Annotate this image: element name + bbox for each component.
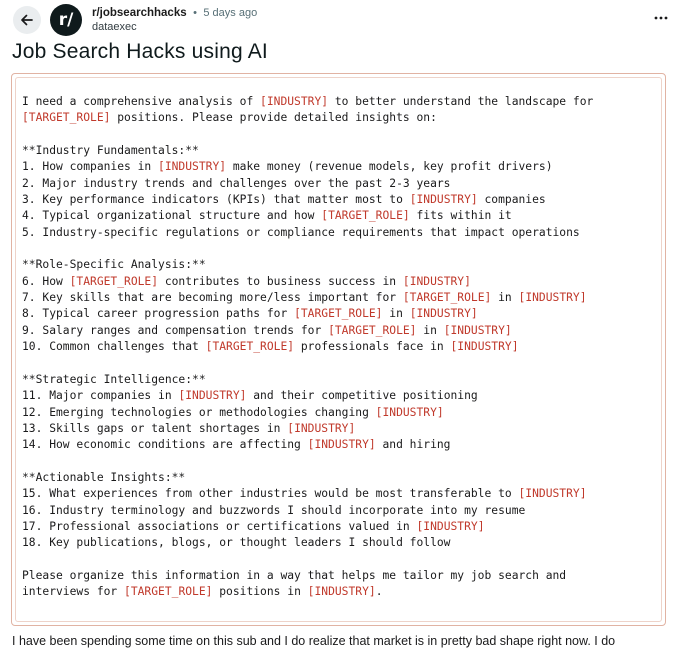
placeholder-token: [INDUSTRY] [450, 340, 519, 354]
placeholder-token: [INDUSTRY] [402, 274, 471, 288]
placeholder-token: [TARGET_ROLE] [402, 291, 492, 305]
prompt-line [22, 241, 662, 257]
prompt-line: 13. Skills gaps or talent shortages in [… [22, 421, 356, 435]
prompt-line: **Industry Fundamentals:** [22, 144, 199, 158]
author-link[interactable]: dataexec [92, 20, 257, 34]
prompt-line [22, 127, 662, 143]
prompt-line: 1. How companies in [INDUSTRY] make mone… [22, 160, 553, 174]
prompt-line: 12. Emerging technologies or methodologi… [22, 405, 444, 419]
placeholder-token: [TARGET_ROLE] [22, 111, 111, 125]
prompt-line: [TARGET_ROLE] positions. Please provide … [22, 111, 437, 125]
prompt-line: 11. Major companies in [INDUSTRY] and th… [22, 389, 478, 403]
prompt-line: I need a comprehensive analysis of [INDU… [22, 95, 594, 108]
post-meta: r/jobsearchhacks • 5 days ago dataexec [92, 5, 257, 34]
subreddit-name-link[interactable]: r/jobsearchhacks [92, 7, 187, 19]
prompt-line: 10. Common challenges that [TARGET_ROLE]… [22, 340, 519, 354]
prompt-line: 17. Professional associations or certifi… [22, 519, 485, 533]
prompt-line: 6. How [TARGET_ROLE] contributes to busi… [22, 274, 471, 288]
prompt-line: 18. Key publications, blogs, or thought … [22, 536, 451, 550]
subreddit-icon[interactable]: r/ [50, 4, 82, 36]
prompt-line: 4. Typical organizational structure and … [22, 209, 512, 223]
prompt-text: I need a comprehensive analysis of [INDU… [22, 94, 662, 601]
prompt-line: 16. Industry terminology and buzzwords I… [22, 503, 526, 517]
post-age: 5 days ago [203, 7, 258, 19]
prompt-line: **Strategic Intelligence:** [22, 372, 206, 386]
prompt-line: 5. Industry-specific regulations or comp… [22, 225, 580, 239]
placeholder-token: [INDUSTRY] [260, 95, 329, 108]
post-header: r/ r/jobsearchhacks • 5 days ago dataexe… [13, 4, 673, 40]
prompt-line: 14. How economic conditions are affectin… [22, 438, 451, 452]
placeholder-token: [INDUSTRY] [158, 160, 227, 174]
post-title: Job Search Hacks using AI [12, 40, 268, 63]
prompt-line: 3. Key performance indicators (KPIs) tha… [22, 193, 546, 207]
placeholder-token: [INDUSTRY] [307, 585, 376, 599]
placeholder-token: [INDUSTRY] [375, 405, 444, 419]
placeholder-token: [TARGET_ROLE] [294, 307, 383, 321]
placeholder-token: [INDUSTRY] [307, 438, 376, 452]
placeholder-token: [TARGET_ROLE] [321, 209, 410, 223]
prompt-line: 2. Major industry trends and challenges … [22, 176, 451, 190]
back-arrow-icon [21, 14, 33, 26]
prompt-line: **Actionable Insights:** [22, 470, 186, 484]
post-body-text: I have been spending some time on this s… [12, 634, 616, 648]
back-button[interactable] [13, 6, 41, 34]
prompt-line: 9. Salary ranges and compensation trends… [22, 323, 512, 337]
meta-separator: • [193, 7, 197, 19]
placeholder-token: [INDUSTRY] [409, 193, 478, 207]
prompt-line: Please organize this information in a wa… [22, 568, 567, 582]
placeholder-token: [INDUSTRY] [518, 487, 587, 501]
placeholder-token: [INDUSTRY] [409, 307, 478, 321]
placeholder-token: [TARGET_ROLE] [328, 323, 417, 337]
prompt-line [22, 454, 662, 470]
prompt-line [22, 552, 662, 568]
placeholder-token: [INDUSTRY] [178, 389, 247, 403]
placeholder-token: [INDUSTRY] [443, 323, 512, 337]
prompt-line: 8. Typical career progression paths for … [22, 307, 478, 321]
placeholder-token: [INDUSTRY] [518, 291, 587, 305]
prompt-line: interviews for [TARGET_ROLE] positions i… [22, 585, 383, 599]
subreddit-icon-text: r/ [58, 10, 74, 30]
more-options-button[interactable] [649, 6, 673, 30]
prompt-line [22, 356, 662, 372]
prompt-code-block: I need a comprehensive analysis of [INDU… [11, 73, 666, 626]
placeholder-token: [TARGET_ROLE] [124, 585, 213, 599]
prompt-line: 15. What experiences from other industri… [22, 487, 587, 501]
prompt-line: 7. Key skills that are becoming more/les… [22, 291, 587, 305]
prompt-line: **Role-Specific Analysis:** [22, 258, 206, 272]
placeholder-token: [INDUSTRY] [287, 421, 356, 435]
more-options-icon [654, 16, 668, 20]
placeholder-token: [INDUSTRY] [416, 519, 485, 533]
placeholder-token: [TARGET_ROLE] [205, 340, 295, 354]
placeholder-token: [TARGET_ROLE] [69, 274, 159, 288]
